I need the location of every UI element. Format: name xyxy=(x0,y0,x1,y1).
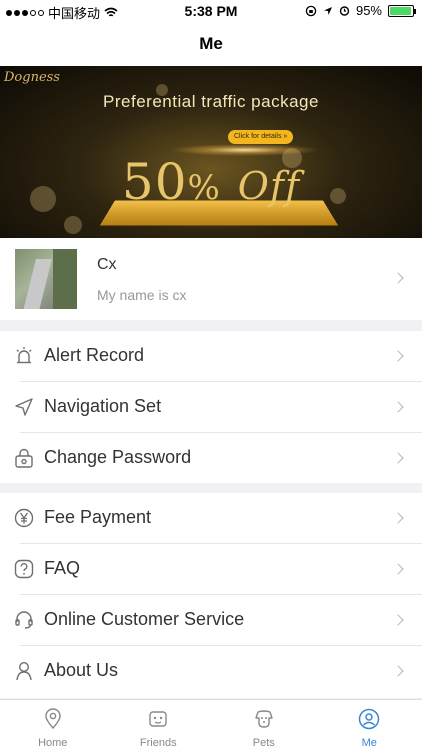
friends-icon xyxy=(149,711,167,727)
tab-label: Pets xyxy=(252,737,275,749)
location-arrow-icon xyxy=(323,6,332,15)
profile-name: Cx xyxy=(97,256,117,273)
profile-card[interactable]: Cx My name is cx xyxy=(0,238,422,320)
avatar xyxy=(15,249,77,309)
question-icon xyxy=(14,559,34,579)
discount-percent: % xyxy=(187,168,221,208)
menu-item-label: Change Password xyxy=(44,447,192,467)
battery-icon xyxy=(388,4,416,17)
menu-item-fee-payment[interactable]: Fee Payment xyxy=(0,493,422,544)
tab-bar: Home Friends Pets Me xyxy=(0,699,422,750)
tab-label: Friends xyxy=(139,737,177,749)
menu-item-label: Alert Record xyxy=(44,345,145,365)
page-title: Me xyxy=(0,22,422,66)
chevron-right-icon xyxy=(392,452,404,464)
tab-label: Me xyxy=(361,737,377,749)
details-button[interactable]: Click for details » xyxy=(228,130,294,144)
profile-signature: My name is cx xyxy=(97,287,187,303)
bokeh-light xyxy=(64,216,82,234)
chevron-right-icon xyxy=(392,614,404,626)
details-button-label: Click for details xyxy=(234,133,282,140)
dog-icon xyxy=(255,710,273,728)
menu-item-label: About Us xyxy=(44,660,119,680)
menu-item-label: Online Customer Service xyxy=(44,609,245,629)
tab-friends[interactable]: Friends xyxy=(106,700,212,750)
settings-group: Alert Record Navigation Set Change Passw… xyxy=(0,331,422,483)
discount-number: 50 xyxy=(121,153,188,211)
menu-item-alert-record[interactable]: Alert Record xyxy=(0,331,422,382)
services-group: Fee Payment FAQ Online Customer Service … xyxy=(0,493,422,698)
menu-item-online-customer-service[interactable]: Online Customer Service xyxy=(0,595,422,646)
menu-item-faq[interactable]: FAQ xyxy=(0,544,422,595)
menu-item-navigation-set[interactable]: Navigation Set xyxy=(0,382,422,433)
discount-text: 50% Off xyxy=(0,154,422,216)
tab-pets[interactable]: Pets xyxy=(211,700,317,750)
menu-item-about-us[interactable]: About Us xyxy=(0,646,422,697)
tab-label: Home xyxy=(38,737,68,749)
menu-item-label: Fee Payment xyxy=(44,507,152,527)
rotation-lock-icon xyxy=(305,5,317,16)
menu-item-label: Navigation Set xyxy=(44,396,162,416)
alarm-light-icon xyxy=(16,347,32,364)
chevron-right-icon xyxy=(392,563,404,575)
tab-me[interactable]: Me xyxy=(317,700,422,750)
person-icon xyxy=(16,661,32,681)
promo-banner[interactable]: Dogness Preferential traffic package Cli… xyxy=(0,66,422,238)
status-right: 95% xyxy=(305,3,416,18)
chevron-right-icon xyxy=(392,665,404,677)
navigation-arrow-icon xyxy=(15,398,33,416)
headset-icon xyxy=(15,611,33,629)
alarm-icon xyxy=(339,6,350,16)
menu-item-label: FAQ xyxy=(44,558,81,578)
banner-title: Preferential traffic package xyxy=(103,92,319,111)
battery-level xyxy=(390,6,411,15)
chevron-right-icon xyxy=(392,272,404,284)
brand-logo: Dogness xyxy=(4,70,60,85)
menu-item-change-password[interactable]: Change Password xyxy=(0,433,422,484)
lock-icon xyxy=(15,448,33,468)
chevron-right-icon xyxy=(392,401,404,413)
discount-word: Off xyxy=(237,164,301,208)
tab-home[interactable]: Home xyxy=(0,700,106,750)
battery-percent: 95% xyxy=(355,3,382,18)
user-icon xyxy=(359,708,380,730)
chevron-right-icon xyxy=(392,350,404,362)
status-bar: 中国移动 5:38 PM 95% xyxy=(0,0,422,22)
yen-icon xyxy=(14,508,34,528)
location-pin-icon xyxy=(45,708,61,730)
chevron-right-icon xyxy=(392,512,404,524)
